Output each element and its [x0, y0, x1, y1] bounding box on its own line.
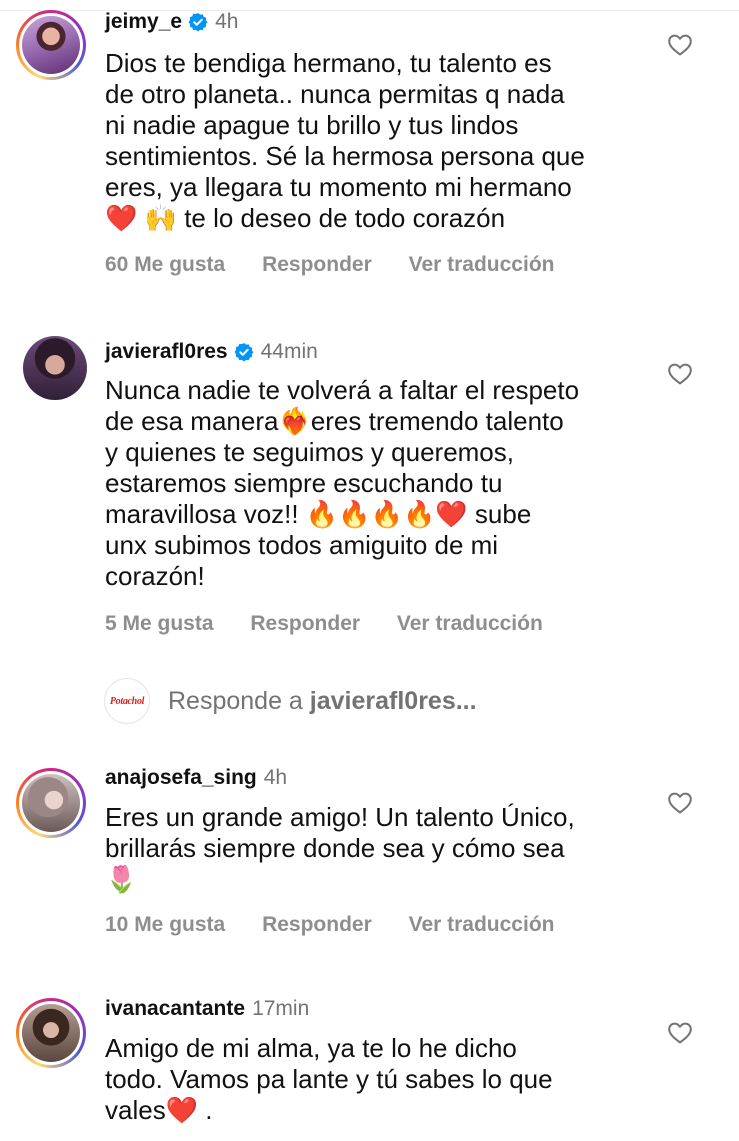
comment-username[interactable]: ivanacantante: [105, 996, 245, 1022]
comment-timestamp: 4h: [263, 766, 288, 789]
like-count[interactable]: 10 Me gusta: [105, 913, 225, 936]
comment-header: anajosefa_sing 4h: [105, 765, 287, 791]
comment-text: Nunca nadie te volverá a faltar el respe…: [105, 375, 580, 591]
like-count[interactable]: 5 Me gusta: [105, 612, 214, 635]
avatar-logo-text: Potachol: [109, 695, 145, 707]
comment-actions: 60 Me gusta Responder Ver traducción: [105, 253, 585, 277]
reply-prefix: Responde a: [168, 686, 303, 715]
avatar[interactable]: [23, 336, 87, 400]
see-translation-button[interactable]: Ver traducción: [409, 253, 555, 276]
comment-timestamp: 44min: [260, 340, 318, 363]
verified-badge-icon: [188, 13, 208, 32]
comment-text: Dios te bendiga hermano, tu talento es d…: [105, 48, 585, 233]
see-translation-button[interactable]: Ver traducción: [409, 913, 555, 936]
reply-button[interactable]: Responder: [262, 253, 372, 276]
avatar-image: [22, 1004, 80, 1062]
reply-ellipsis: ...: [455, 686, 477, 715]
comment-text: Eres un grande amigo! Un talento Único, …: [105, 802, 575, 894]
heart-outline-icon[interactable]: [667, 33, 693, 57]
current-user-avatar: Potachol: [104, 678, 150, 724]
comment-header: ivanacantante 17min: [105, 996, 309, 1022]
avatar-image: [22, 16, 80, 74]
reply-target-user: javierafl0res: [309, 686, 456, 715]
heart-outline-icon[interactable]: [667, 1021, 693, 1045]
like-count[interactable]: 60 Me gusta: [105, 253, 225, 276]
comment-timestamp: 17min: [252, 997, 310, 1020]
reply-button[interactable]: Responder: [262, 913, 372, 936]
comment-timestamp: 4h: [215, 10, 239, 33]
heart-outline-icon[interactable]: [667, 791, 693, 815]
heart-outline-icon[interactable]: [667, 362, 693, 386]
comment-username[interactable]: anajosefa_sing: [105, 765, 257, 791]
comment-actions: 10 Me gusta Responder Ver traducción: [105, 913, 585, 937]
reply-composer[interactable]: Potachol Responde a javierafl0res...: [104, 678, 477, 724]
comment-actions: 5 Me gusta Responder Ver traducción: [105, 612, 574, 636]
comment-header: javierafl0res 44min: [105, 339, 318, 365]
verified-badge-icon: [234, 343, 254, 362]
avatar-image: [22, 774, 80, 832]
avatar[interactable]: [16, 768, 86, 838]
avatar[interactable]: [16, 998, 86, 1068]
avatar-image: [23, 336, 87, 400]
avatar[interactable]: [16, 10, 86, 80]
comment-header: jeimy_e 4h: [105, 9, 238, 35]
reply-button[interactable]: Responder: [250, 612, 360, 635]
comment-username[interactable]: jeimy_e: [105, 9, 182, 35]
comment-text: Amigo de mi alma, ya te lo he dicho todo…: [105, 1033, 553, 1125]
comment-username[interactable]: javierafl0res: [105, 339, 228, 365]
see-translation-button[interactable]: Ver traducción: [397, 612, 543, 635]
